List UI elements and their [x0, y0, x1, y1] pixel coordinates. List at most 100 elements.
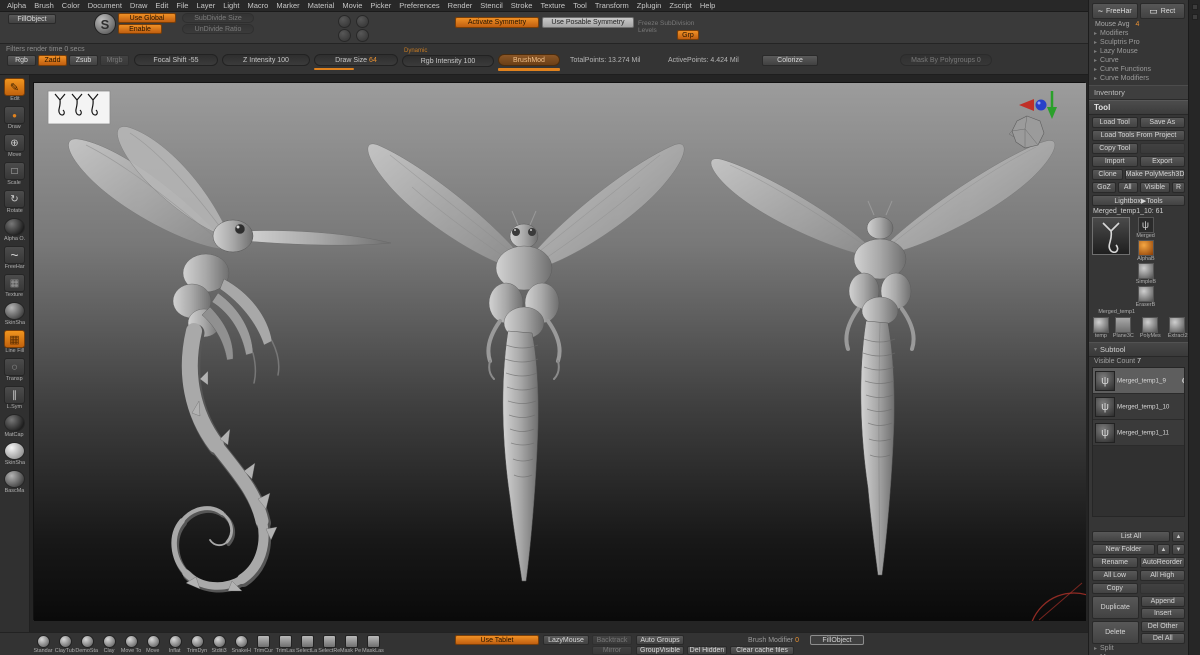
clone-button[interactable]: Clone: [1092, 169, 1123, 180]
goz-visible-button[interactable]: Visible: [1140, 182, 1171, 193]
brush-item[interactable]: TrimDyn: [186, 634, 208, 655]
subtool-row[interactable]: ψ Merged_temp1_11: [1093, 420, 1184, 446]
use-global-button[interactable]: Use Global: [118, 13, 176, 23]
make-polymesh3d-button[interactable]: Make PolyMesh3D: [1125, 169, 1185, 180]
draw-size-slider[interactable]: Draw Size64: [314, 54, 398, 66]
mouse-avg-slider[interactable]: Mouse Avg 4: [1089, 19, 1188, 29]
rename-button[interactable]: Rename: [1092, 557, 1138, 568]
left-tool-button[interactable]: Transp: [2, 358, 27, 383]
menu-item[interactable]: Texture: [536, 1, 569, 10]
tool-palette-header[interactable]: Tool: [1089, 100, 1188, 115]
tool-thumbnail[interactable]: temp: [1092, 317, 1110, 340]
left-tool-button[interactable]: MatCap: [0, 414, 28, 439]
collapsed-section[interactable]: ▸ Curve Functions: [1089, 65, 1188, 74]
collapsed-section[interactable]: ▸ Modifiers: [1089, 29, 1188, 38]
list-all-button[interactable]: List All: [1092, 531, 1170, 542]
brush-item[interactable]: MaskLas: [362, 634, 384, 655]
del-hidden-button[interactable]: Del Hidden: [687, 646, 727, 655]
brush-item[interactable]: ClayTub: [54, 634, 76, 655]
copy-button[interactable]: Copy: [1092, 583, 1138, 594]
brush-item[interactable]: Move To: [120, 634, 142, 655]
lazymouse-button[interactable]: LazyMouse: [543, 635, 589, 645]
split-section[interactable]: ▸ Split: [1089, 644, 1188, 653]
move-up-button[interactable]: [1172, 531, 1185, 542]
menu-item[interactable]: Document: [84, 1, 126, 10]
zsub-button[interactable]: Zsub: [69, 55, 98, 66]
fillobject-bottom-button[interactable]: FillObject: [810, 635, 864, 645]
collapsed-section[interactable]: ▸ Curve: [1089, 56, 1188, 65]
tool-thumbnail[interactable]: Extract2: [1164, 317, 1188, 340]
focal-shift-slider[interactable]: Focal Shift -55: [134, 54, 218, 66]
brush-item[interactable]: Inflat: [164, 634, 186, 655]
dynamic-label[interactable]: Dynamic: [404, 48, 427, 54]
left-tool-button[interactable]: L.Sym: [3, 386, 26, 411]
tool-thumbnail[interactable]: Merged: [1132, 217, 1159, 240]
active-tool-thumbnail[interactable]: [1092, 217, 1130, 255]
brush-item[interactable]: SelectRe: [318, 634, 340, 655]
group-visible-button[interactable]: GroupVisible: [636, 646, 684, 655]
menu-item[interactable]: Light: [219, 1, 243, 10]
left-tool-button[interactable]: Texture: [1, 274, 27, 299]
goz-r-button[interactable]: R: [1172, 182, 1185, 193]
goz-all-button[interactable]: All: [1118, 182, 1138, 193]
collapsed-section[interactable]: ▸ Lazy Mouse: [1089, 47, 1188, 56]
brush-item[interactable]: Stditi3: [208, 634, 230, 655]
auto-groups-button[interactable]: Auto Groups: [636, 635, 684, 645]
menu-item[interactable]: Picker: [366, 1, 395, 10]
brush-item[interactable]: DemoSta: [76, 634, 98, 655]
menu-item[interactable]: Brush: [30, 1, 58, 10]
menu-item[interactable]: Color: [58, 1, 84, 10]
left-tool-button[interactable]: Rotate: [3, 190, 27, 215]
all-high-button[interactable]: All High: [1140, 570, 1186, 581]
copy-tool-button[interactable]: Copy Tool: [1092, 143, 1138, 154]
menu-item[interactable]: Zplugin: [633, 1, 666, 10]
menu-item[interactable]: Help: [696, 1, 719, 10]
left-tool-button[interactable]: Scale: [4, 162, 25, 187]
stroke-rect-button[interactable]: ▭ Rect: [1140, 3, 1186, 19]
menu-item[interactable]: Marker: [272, 1, 303, 10]
left-tool-button[interactable]: FreeHar: [0, 246, 29, 271]
subtool-row[interactable]: ψ Merged_temp1_10: [1093, 394, 1184, 420]
menu-item[interactable]: File: [172, 1, 192, 10]
import-button[interactable]: Import: [1092, 156, 1138, 167]
brush-modifier-slider[interactable]: Brush Modifier0: [748, 637, 799, 644]
lightbox-tools-button[interactable]: Lightbox▶Tools: [1092, 195, 1185, 206]
autoreorder-button[interactable]: AutoReorder: [1140, 557, 1186, 568]
left-tool-button[interactable]: BascMa: [0, 470, 29, 495]
fillobject-shelf-button[interactable]: FillObject: [8, 14, 56, 24]
brush-item[interactable]: TrimCur: [252, 634, 274, 655]
tool-thumbnail[interactable]: SimpleB: [1132, 263, 1159, 286]
undivide-ratio-slider[interactable]: UnDivide Ratio: [182, 24, 254, 34]
left-tool-button[interactable]: Draw: [4, 106, 25, 131]
insert-button[interactable]: Insert: [1141, 608, 1186, 619]
z-intensity-slider[interactable]: Z Intensity 100: [222, 54, 310, 66]
tool-thumbnail[interactable]: EraserB: [1132, 286, 1159, 309]
menu-item[interactable]: Layer: [192, 1, 219, 10]
mask-by-polygroups-slider[interactable]: Mask By Polygroups 0: [900, 54, 992, 66]
backtrack-button[interactable]: Backtrack: [592, 635, 632, 645]
left-tool-button[interactable]: SkinSha: [0, 302, 29, 327]
subtool-header[interactable]: ▾ Subtool: [1089, 342, 1188, 357]
menu-item[interactable]: Preferences: [395, 1, 443, 10]
left-tool-button[interactable]: SkinSha: [0, 442, 29, 467]
menu-item[interactable]: Edit: [151, 1, 172, 10]
brush-item[interactable]: Mask Pe: [340, 634, 362, 655]
brush-item[interactable]: SelectLa: [296, 634, 318, 655]
folder-down-button[interactable]: [1172, 544, 1185, 555]
all-low-button[interactable]: All Low: [1092, 570, 1138, 581]
menu-item[interactable]: Alpha: [3, 1, 30, 10]
colorize-button[interactable]: Colorize: [762, 55, 818, 66]
del-other-button[interactable]: Del Other: [1141, 621, 1186, 632]
tool-thumbnail[interactable]: Plane3C: [1110, 317, 1137, 340]
duplicate-button[interactable]: Duplicate: [1092, 596, 1139, 619]
delete-button[interactable]: Delete: [1092, 621, 1139, 644]
save-as-button[interactable]: Save As: [1140, 117, 1186, 128]
left-tool-button[interactable]: Alpha O.: [0, 218, 30, 243]
menu-item[interactable]: Macro: [243, 1, 272, 10]
visibility-eye-icon[interactable]: [1182, 377, 1185, 384]
brush-item[interactable]: Standar: [32, 634, 54, 655]
new-folder-button[interactable]: New Folder: [1092, 544, 1155, 555]
gyro-icon[interactable]: [356, 29, 369, 42]
gyro-icon[interactable]: [338, 29, 351, 42]
menu-item[interactable]: Transform: [591, 1, 633, 10]
